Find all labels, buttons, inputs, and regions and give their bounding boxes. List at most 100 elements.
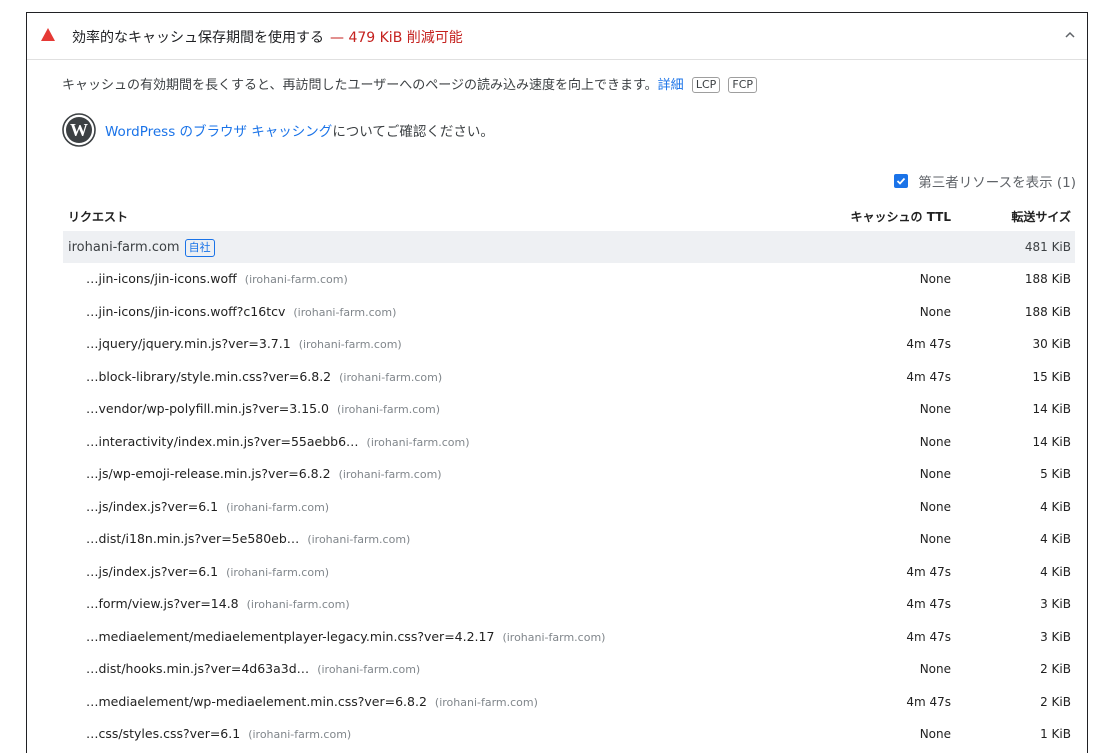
wordpress-hint: W WordPress のブラウザ キャッシングについてご確認ください。 [62,113,494,147]
header-cache-ttl: キャッシュの TTL [850,210,951,224]
cache-ttl-cell: None [919,499,951,514]
metric-tag-lcp: LCP [691,77,721,93]
resource-url-cell: …form/view.js?ver=14.8 (irohani-farm.com) [86,596,350,611]
audit-savings: — 479 KiB 削減可能 [330,30,463,46]
resource-url-link[interactable]: …jin-icons/jin-icons.woff?c16tcv [86,304,285,319]
header-request: リクエスト [68,210,129,224]
resource-host: (irohani-farm.com) [293,305,397,319]
resource-url-cell: …js/index.js?ver=6.1 (irohani-farm.com) [86,499,329,514]
resource-host: (irohani-farm.com) [226,565,330,579]
first-party-badge: 自社 [184,239,215,257]
cache-ttl-cell: None [919,467,951,481]
transfer-size-cell: 4 KiB [1040,564,1071,579]
resource-url-link[interactable]: …js/index.js?ver=6.1 [86,499,218,514]
cache-ttl-cell: None [919,532,951,546]
resource-url-cell: …block-library/style.min.css?ver=6.8.2 (i… [86,369,442,384]
table-row: …dist/hooks.min.js?ver=4d63a3d… (irohani-… [63,653,1075,686]
resource-url-cell: …jin-icons/jin-icons.woff (irohani-farm.c… [86,271,348,286]
warning-triangle-icon [41,28,55,41]
table-row: …jin-icons/jin-icons.woff?c16tcv (irohani… [63,296,1075,329]
resource-url-link[interactable]: …interactivity/index.min.js?ver=55aebb6… [86,434,359,449]
resource-url-cell: …js/wp-emoji-release.min.js?ver=6.8.2 (ir… [86,466,442,481]
cache-ttl-cell: 4m 47s [906,597,951,611]
table-row: …block-library/style.min.css?ver=6.8.2 (i… [63,361,1075,394]
audit-description: キャッシュの有効期間を長くすると、再訪問したユーザーへのページの読み込み速度を向… [62,74,758,93]
resource-host: (irohani-farm.com) [336,403,440,416]
audit-title-text: 効率的なキャッシュ保存期間を使用する [72,30,324,46]
resource-host: (irohani-farm.com) [246,598,350,611]
resource-url-cell: …mediaelement/wp-mediaelement.min.css?ve… [86,694,538,709]
table-row: …jin-icons/jin-icons.woff (irohani-farm.c… [63,263,1075,296]
resource-url-link[interactable]: …mediaelement/wp-mediaelement.min.css?ve… [86,694,427,709]
third-party-checkbox[interactable] [894,174,909,188]
audit-panel: 効率的なキャッシュ保存期間を使用する — 479 KiB 削減可能 キャッシュの有… [26,12,1088,753]
resource-host: (irohani-farm.com) [366,435,470,449]
resource-url-link[interactable]: …dist/hooks.min.js?ver=4d63a3d… [86,661,309,676]
table-row: …js/index.js?ver=6.1 (irohani-farm.com) No… [63,491,1075,524]
resource-url-link[interactable]: …js/index.js?ver=6.1 [86,564,218,579]
table-header: リクエスト キャッシュの TTL 転送サイズ [63,201,1075,231]
resource-url-link[interactable]: …jquery/jquery.min.js?ver=3.7.1 [86,336,291,351]
transfer-size-cell: 4 KiB [1040,532,1071,546]
cache-ttl-cell: 4m 47s [906,629,951,644]
resource-url-cell: …mediaelement/mediaelementplayer-legacy.… [86,629,605,644]
transfer-size-cell: 188 KiB [1024,272,1071,286]
resource-host: (irohani-farm.com) [502,630,606,644]
resource-url-cell: …js/index.js?ver=6.1 (irohani-farm.com) [86,564,329,579]
transfer-size-cell: 14 KiB [1032,434,1071,449]
resource-url-link[interactable]: …form/view.js?ver=14.8 [86,596,239,611]
transfer-size-cell: 4 KiB [1040,499,1071,514]
metric-tag-fcp: FCP [728,77,758,93]
resource-host: (irohani-farm.com) [298,338,402,351]
table-row: …js/index.js?ver=6.1 (irohani-farm.com) 4m… [63,556,1075,589]
wordpress-caching-link[interactable]: WordPress のブラウザ キャッシング [105,124,332,140]
third-party-label: 第三者リソースを表示 (1) [918,175,1076,191]
chevron-up-icon[interactable] [1063,28,1077,42]
wordpress-hint-suffix: についてご確認ください。 [332,124,494,140]
resource-url-link[interactable]: …js/wp-emoji-release.min.js?ver=6.8.2 [86,466,331,481]
table-row: …form/view.js?ver=14.8 (irohani-farm.com)… [63,588,1075,621]
resource-url-link[interactable]: …mediaelement/mediaelementplayer-legacy.… [86,629,494,644]
transfer-size-cell: 2 KiB [1040,662,1071,676]
transfer-size-cell: 5 KiB [1040,467,1071,481]
checkmark-icon [897,177,906,185]
table-row: …interactivity/index.min.js?ver=55aebb6…… [63,426,1075,459]
cache-ttl-cell: None [919,402,951,416]
cache-ttl-cell: None [919,272,951,286]
cache-ttl-cell: None [919,434,951,449]
cache-ttl-cell: None [919,304,951,319]
transfer-size-cell: 30 KiB [1032,337,1071,351]
table-group-row: irohani-farm.com 自社 481 KiB [63,231,1075,263]
resource-url-link[interactable]: …block-library/style.min.css?ver=6.8.2 [86,369,331,384]
cache-ttl-cell: 4m 47s [906,564,951,579]
resource-url-cell: …interactivity/index.min.js?ver=55aebb6…… [86,434,470,449]
table-row: …mediaelement/wp-mediaelement.min.css?ve… [63,686,1075,719]
resource-host: (irohani-farm.com) [317,663,421,676]
cache-ttl-cell: None [919,727,951,741]
audit-header[interactable]: 効率的なキャッシュ保存期間を使用する — 479 KiB 削減可能 [27,13,1087,60]
group-origin: irohani-farm.com 自社 [68,239,215,257]
third-party-toggle[interactable]: 第三者リソースを表示 (1) [894,171,1076,191]
table-row: …css/styles.css?ver=6.1 (irohani-farm.com… [63,718,1075,751]
description-text: キャッシュの有効期間を長くすると、再訪問したユーザーへのページの読み込み速度を向… [62,78,658,93]
transfer-size-cell: 15 KiB [1032,369,1071,384]
resource-url-cell: …jin-icons/jin-icons.woff?c16tcv (irohani… [86,304,396,319]
learn-more-link[interactable]: 詳細 [658,78,684,93]
resource-url-cell: …css/styles.css?ver=6.1 (irohani-farm.com… [86,726,351,741]
transfer-size-cell: 3 KiB [1040,629,1071,644]
transfer-size-cell: 1 KiB [1040,727,1071,741]
resource-table: リクエスト キャッシュの TTL 転送サイズ irohani-farm.com 自… [63,201,1075,751]
resource-url-cell: …vendor/wp-polyfill.min.js?ver=3.15.0 (ir… [86,401,440,416]
transfer-size-cell: 14 KiB [1032,402,1071,416]
resource-url-link[interactable]: …jin-icons/jin-icons.woff [86,271,237,286]
resource-url-link[interactable]: …vendor/wp-polyfill.min.js?ver=3.15.0 [86,401,329,416]
transfer-size-cell: 2 KiB [1040,694,1071,709]
resource-url-link[interactable]: …dist/i18n.min.js?ver=5e580eb… [86,531,299,546]
resource-host: (irohani-farm.com) [434,695,538,709]
resource-url-link[interactable]: …css/styles.css?ver=6.1 [86,726,240,741]
resource-host: (irohani-farm.com) [338,468,442,481]
table-row: …dist/i18n.min.js?ver=5e580eb… (irohani-f… [63,523,1075,556]
resource-host: (irohani-farm.com) [307,533,411,546]
table-row: …vendor/wp-polyfill.min.js?ver=3.15.0 (ir… [63,393,1075,426]
resource-host: (irohani-farm.com) [226,500,330,514]
